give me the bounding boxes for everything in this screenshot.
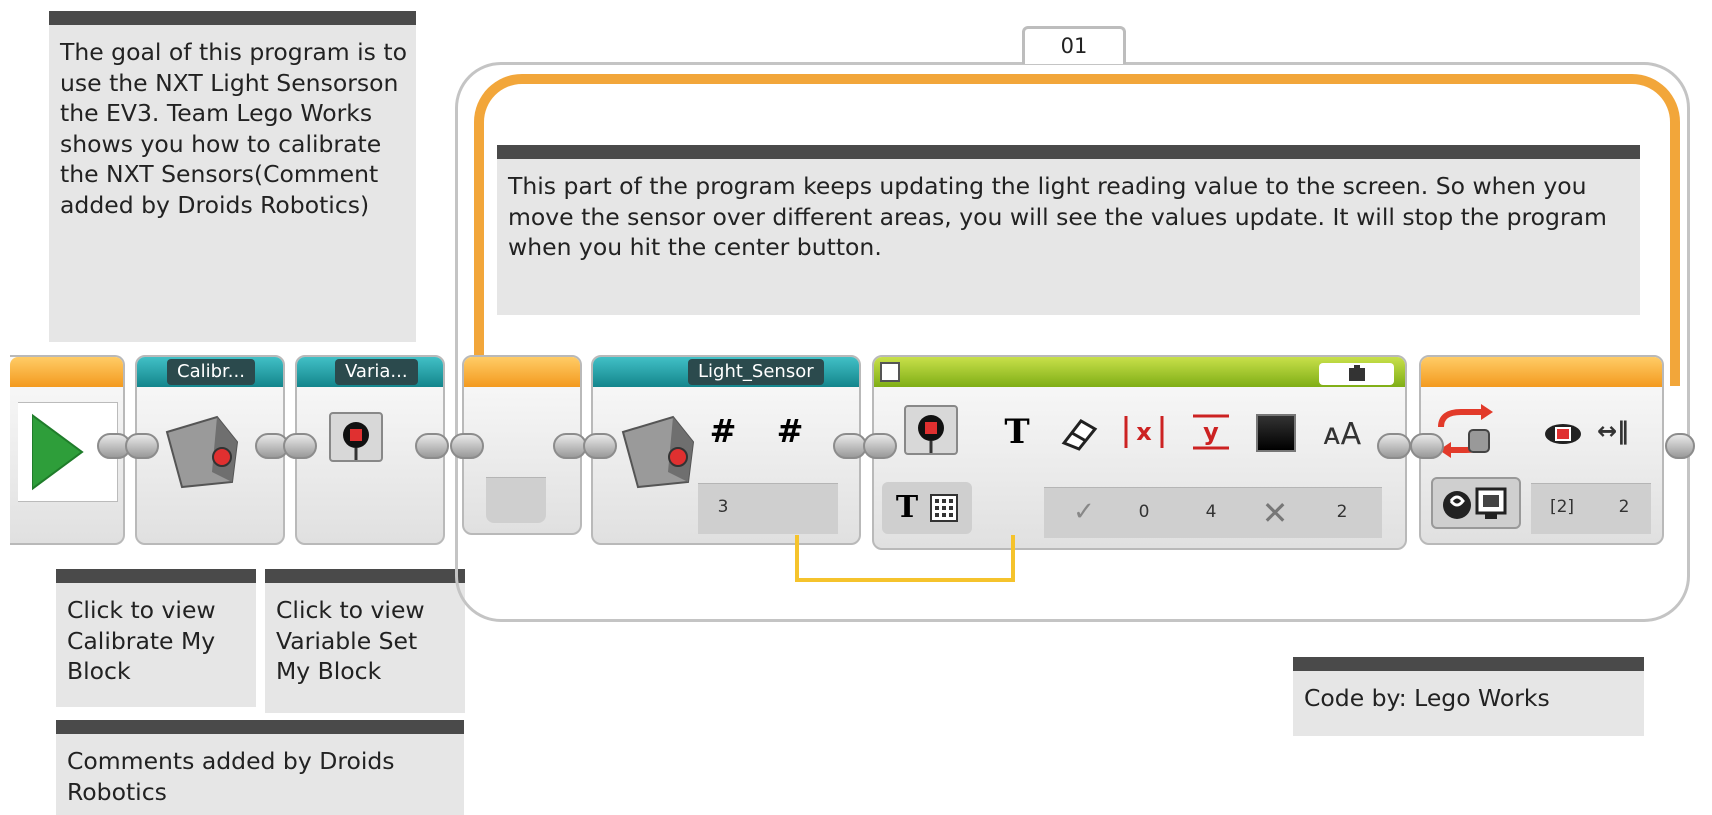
brick-button-icon: [1541, 419, 1585, 453]
droids-comment-text: Comments added by Droids Robotics: [67, 747, 395, 806]
x-coordinate-icon: x: [1122, 412, 1166, 456]
color-value[interactable]: ✕: [1257, 494, 1293, 532]
loop-exit-block[interactable]: ↔‖ [2] 2: [1419, 355, 1664, 545]
comment-bar: [265, 569, 465, 583]
font-value[interactable]: 2: [1322, 502, 1362, 522]
output-hash-1: #: [709, 412, 737, 450]
light-sensor-block[interactable]: Light_Sensor # # 3: [591, 355, 861, 545]
comment-bar: [56, 720, 464, 734]
variable-block-label: Varia...: [335, 359, 418, 385]
comment-bar: [49, 11, 416, 25]
brick-icon: [329, 412, 383, 462]
display-config-icon[interactable]: [880, 362, 900, 382]
sequence-plug[interactable]: [583, 433, 617, 459]
y-coordinate-icon: y: [1189, 412, 1233, 456]
light-sensor-icon: [618, 412, 698, 496]
color-icon: [1256, 414, 1296, 452]
loop-start-header: [464, 357, 580, 387]
action-value[interactable]: 2: [1604, 497, 1644, 517]
sequence-plug[interactable]: [283, 433, 317, 459]
sequence-plug[interactable]: [1665, 433, 1695, 459]
calibrate-link-text: Click to view Calibrate My Block: [67, 596, 216, 685]
comment-bar: [56, 569, 256, 583]
sequence-plug[interactable]: [125, 433, 159, 459]
sequence-plug[interactable]: [833, 433, 867, 459]
x-value[interactable]: 0: [1124, 502, 1164, 522]
variable-link-comment[interactable]: Click to view Variable Set My Block: [265, 569, 465, 713]
variable-link-text: Click to view Variable Set My Block: [276, 596, 425, 685]
text-input-icon: T: [1004, 412, 1030, 452]
goal-comment[interactable]: The goal of this program is to use the N…: [49, 11, 416, 342]
droids-comment[interactable]: Comments added by Droids Robotics: [56, 720, 464, 815]
code-by-comment[interactable]: Code by: Lego Works: [1293, 657, 1644, 736]
sequence-plug[interactable]: [1377, 433, 1411, 459]
svg-text:x: x: [1136, 418, 1152, 446]
button-id-value[interactable]: [2]: [1542, 497, 1582, 517]
display-preview-button[interactable]: [1319, 363, 1394, 385]
loop-note-comment[interactable]: This part of the program keeps updating …: [497, 145, 1640, 315]
loop-counter[interactable]: 01: [1022, 26, 1126, 64]
sequence-plug[interactable]: [553, 433, 587, 459]
sequence-plug[interactable]: [450, 433, 484, 459]
compare-icon: ↔‖: [1596, 417, 1630, 445]
port-value[interactable]: 3: [703, 497, 743, 517]
loop-mode-selector[interactable]: [1431, 477, 1521, 529]
calibrate-link-comment[interactable]: Click to view Calibrate My Block: [56, 569, 256, 707]
sequence-plug[interactable]: [415, 433, 449, 459]
light-sensor-icon: [162, 412, 242, 496]
goal-comment-text: The goal of this program is to use the N…: [60, 38, 407, 219]
comment-bar: [1293, 657, 1644, 671]
sequence-plug[interactable]: [863, 433, 897, 459]
y-value[interactable]: 4: [1191, 502, 1231, 522]
calibrate-block-label: Calibr...: [167, 359, 255, 385]
text-mode-icon: T: [895, 490, 919, 525]
comment-bar: [497, 145, 1640, 159]
text-grid-mode-selector[interactable]: T: [882, 482, 972, 534]
light-sensor-label: Light_Sensor: [688, 359, 824, 385]
code-by-text: Code by: Lego Works: [1304, 684, 1550, 712]
font-size-icon: ᴀA: [1322, 417, 1362, 452]
svg-text:y: y: [1203, 418, 1219, 446]
sequence-plug[interactable]: [1410, 433, 1444, 459]
loop-mode-selector[interactable]: [486, 477, 546, 523]
start-block-header: [10, 357, 123, 387]
display-block[interactable]: T T x y ᴀA ✓ 0 4 ✕ 2: [872, 355, 1407, 550]
clear-screen-icon: [1059, 415, 1099, 455]
output-hash-2: #: [776, 412, 804, 450]
clear-screen-value[interactable]: ✓: [1069, 497, 1099, 527]
loop-exit-header: [1421, 357, 1662, 387]
brick-icon: [904, 405, 958, 455]
loop-note-text: This part of the program keeps updating …: [508, 172, 1607, 261]
